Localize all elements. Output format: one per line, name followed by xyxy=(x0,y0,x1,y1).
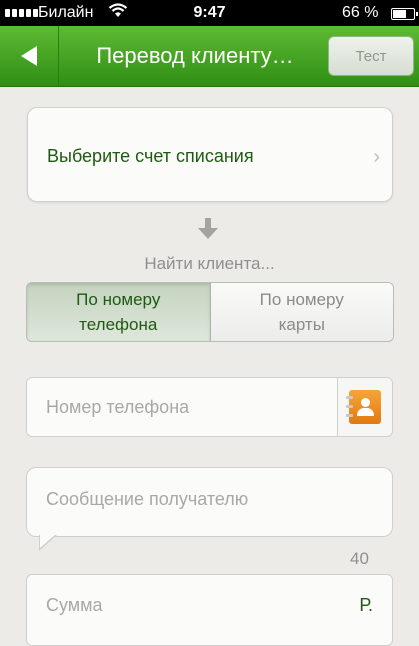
contacts-button[interactable] xyxy=(337,378,392,436)
battery-percent: 66 % xyxy=(342,4,379,21)
search-mode-segmented-control: По номеру телефона По номеру карты xyxy=(26,282,394,342)
navigation-bar: Перевод клиенту… Тест xyxy=(0,26,419,87)
currency-label: Р. xyxy=(359,595,373,615)
phone-number-field[interactable]: Номер телефона xyxy=(26,377,393,437)
test-button[interactable]: Тест xyxy=(328,36,414,76)
segment-by-phone-line1: По номеру xyxy=(76,290,161,309)
amount-placeholder: Сумма xyxy=(46,595,103,615)
back-arrow-icon xyxy=(21,46,37,66)
account-select-button[interactable]: Выберите счет списания › xyxy=(27,107,393,202)
find-client-label: Найти клиента... xyxy=(144,254,275,273)
phone-number-placeholder: Номер телефона xyxy=(46,397,190,417)
message-field[interactable]: Сообщение получателю xyxy=(26,467,393,537)
segment-by-card-line1: По номеру xyxy=(259,290,344,309)
segment-by-card-line2: карты xyxy=(278,315,325,334)
segment-by-phone[interactable]: По номеру телефона xyxy=(27,283,211,341)
message-char-counter: 40 xyxy=(350,549,369,568)
message-placeholder: Сообщение получателю xyxy=(46,489,249,509)
status-bar: Билайн 9:47 66 % xyxy=(0,0,419,26)
segment-by-phone-line2: телефона xyxy=(79,315,158,334)
amount-field[interactable]: Сумма Р. xyxy=(26,574,393,646)
battery-icon xyxy=(391,8,418,20)
account-select-label: Выберите счет списания xyxy=(47,146,254,166)
chevron-right-icon: › xyxy=(373,146,380,168)
contacts-book-icon xyxy=(346,390,381,424)
battery-fill xyxy=(393,10,406,18)
back-button[interactable] xyxy=(0,26,59,86)
message-bubble-tail xyxy=(40,534,56,548)
down-arrow-icon xyxy=(198,218,218,240)
page-title: Перевод клиенту… xyxy=(96,43,294,68)
segment-by-card[interactable]: По номеру карты xyxy=(210,283,393,341)
